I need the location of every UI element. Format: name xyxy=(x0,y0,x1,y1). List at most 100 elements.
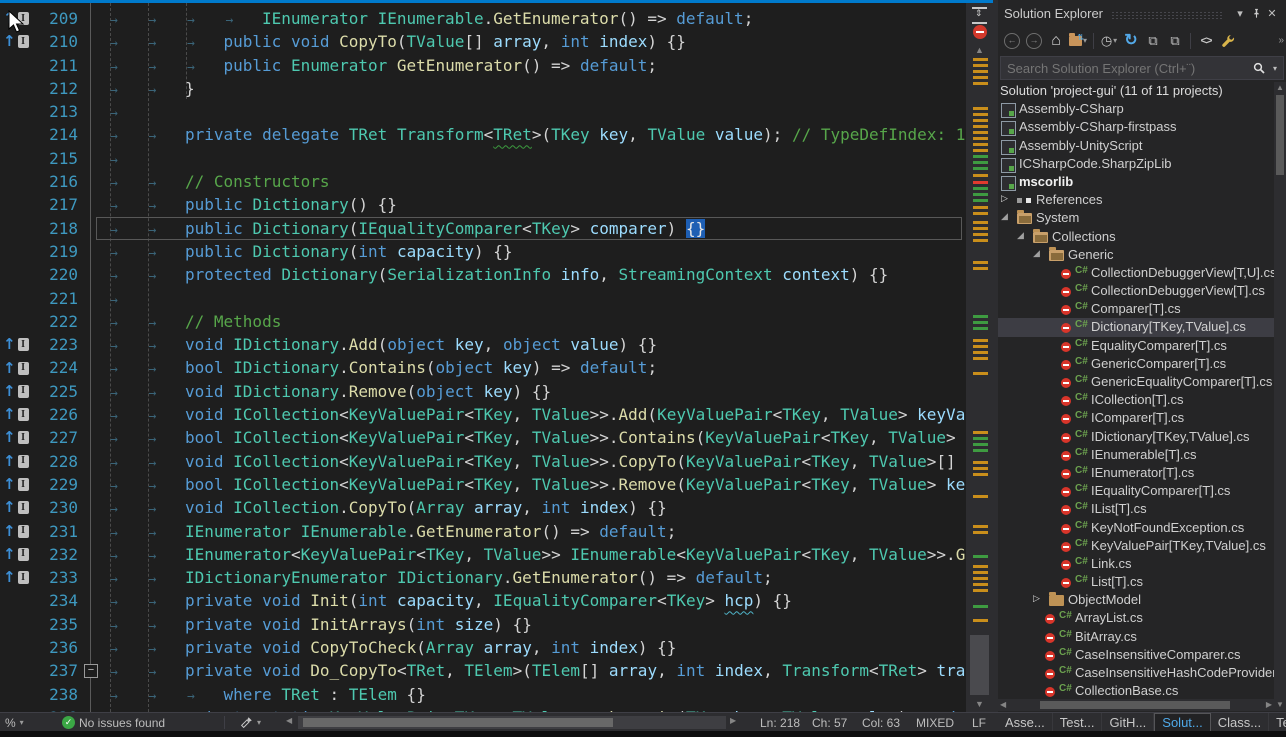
code-line-237[interactable]: 237private void Do_CopyTo<TRet, TElem>(T… xyxy=(0,659,966,682)
tree-item-genericcomparer-t-cs[interactable]: C#GenericComparer[T].cs xyxy=(998,355,1274,373)
tree-item-bitarray-cs[interactable]: C#BitArray.cs xyxy=(998,628,1274,646)
tree-item-solution-project-gui-11-of-11-projects[interactable]: Solution 'project-gui' (11 of 11 project… xyxy=(998,82,1274,100)
tree-item-caseinsensitivehashcodeprovider-cs[interactable]: C#CaseInsensitiveHashCodeProvider.cs xyxy=(998,664,1274,682)
toolbar-overflow-icon[interactable]: » xyxy=(1278,35,1282,46)
code-line-210[interactable]: ↑I210public void CopyTo(TValue[] array, … xyxy=(0,30,966,53)
code-line-233[interactable]: ↑I233IDictionaryEnumerator IDictionary.G… xyxy=(0,566,966,589)
tree-item-equalitycomparer-t-cs[interactable]: C#EqualityComparer[T].cs xyxy=(998,337,1274,355)
scroll-up-arrow-icon[interactable]: ▲ xyxy=(966,45,993,55)
tree-item-link-cs[interactable]: C#Link.cs xyxy=(998,555,1274,573)
tree-item-keynotfoundexception-cs[interactable]: C#KeyNotFoundException.cs xyxy=(998,519,1274,537)
tree-item-assembly-csharp-firstpass[interactable]: Assembly-CSharp-firstpass xyxy=(998,118,1274,136)
panel-tab-tea[interactable]: Tea... xyxy=(1269,713,1286,732)
tree-item-collections[interactable]: ◢Collections xyxy=(998,228,1274,246)
tree-item-comparer-t-cs[interactable]: C#Comparer[T].cs xyxy=(998,300,1274,318)
document-health-indicator-icon[interactable] xyxy=(973,25,987,39)
scroll-right-arrow-icon[interactable]: ▶ xyxy=(1266,700,1272,709)
code-line-224[interactable]: ↑I224bool IDictionary.Contains(object ke… xyxy=(0,356,966,379)
implements-margin-icon[interactable]: ↑I xyxy=(3,473,29,496)
view-code-button[interactable]: <> xyxy=(1196,30,1216,52)
tree-item-collectiondebuggerview-t-u-cs[interactable]: C#CollectionDebuggerView[T,U].cs xyxy=(998,264,1274,282)
implements-margin-icon[interactable]: ↑I xyxy=(3,403,29,426)
line-indicator[interactable]: Ln: 218 xyxy=(760,713,800,732)
collapse-arrow-icon[interactable]: ◢ xyxy=(1033,248,1040,259)
scroll-left-arrow-icon[interactable]: ◀ xyxy=(286,716,292,725)
tree-item-ienumerable-t-cs[interactable]: C#IEnumerable[T].cs xyxy=(998,446,1274,464)
code-line-218[interactable]: 218public Dictionary(IEqualityComparer<T… xyxy=(0,217,966,240)
encoding-indicator[interactable]: MIXED xyxy=(916,713,954,732)
tree-item-icsharpcode-sharpziplib[interactable]: ICSharpCode.SharpZipLib xyxy=(998,155,1274,173)
code-line-220[interactable]: 220protected Dictionary(SerializationInf… xyxy=(0,263,966,286)
properties-button[interactable] xyxy=(1218,30,1238,52)
implements-margin-icon[interactable]: ↑I xyxy=(3,333,29,356)
panel-tab-solut[interactable]: Solut... xyxy=(1154,713,1210,732)
code-line-238[interactable]: 238where TRet : TElem {} xyxy=(0,683,966,706)
panel-tab-gith[interactable]: GitH... xyxy=(1102,713,1154,732)
code-line-212[interactable]: 212} xyxy=(0,77,966,100)
code-line-234[interactable]: 234private void Init(int capacity, IEqua… xyxy=(0,589,966,612)
column-indicator[interactable]: Col: 63 xyxy=(862,713,900,732)
scroll-up-arrow-icon[interactable]: ▲ xyxy=(1274,83,1286,92)
code-line-231[interactable]: ↑I231IEnumerator IEnumerable.GetEnumerat… xyxy=(0,520,966,543)
pending-changes-filter-button[interactable]: ◷▾ xyxy=(1099,30,1119,52)
expand-arrow-icon[interactable]: ▷ xyxy=(1001,193,1008,204)
issues-indicator[interactable]: ✓ No issues found xyxy=(62,713,165,732)
implements-margin-icon[interactable]: ↑I xyxy=(3,380,29,403)
panel-tab-asse[interactable]: Asse... xyxy=(998,713,1053,732)
code-line-228[interactable]: ↑I228void ICollection<KeyValuePair<TKey,… xyxy=(0,450,966,473)
code-line-232[interactable]: ↑I232IEnumerator<KeyValuePair<TKey, TVal… xyxy=(0,543,966,566)
code-cleanup-button[interactable]: ▾ xyxy=(240,713,261,732)
tree-item-genericequalitycomparer-t-cs[interactable]: C#GenericEqualityComparer[T].cs xyxy=(998,373,1274,391)
tree-item-mscorlib[interactable]: mscorlib xyxy=(998,173,1274,191)
code-line-217[interactable]: 217public Dictionary() {} xyxy=(0,193,966,216)
editor-horizontal-scrollbar[interactable] xyxy=(298,716,726,729)
pin-icon[interactable] xyxy=(1248,5,1264,21)
implements-margin-icon[interactable]: ↑I xyxy=(3,356,29,379)
home-button[interactable]: ⌂ xyxy=(1046,30,1066,52)
code-line-229[interactable]: ↑I229bool ICollection<KeyValuePair<TKey,… xyxy=(0,473,966,496)
code-line-225[interactable]: ↑I225void IDictionary.Remove(object key)… xyxy=(0,380,966,403)
vertical-scrollbar-thumb[interactable] xyxy=(1276,95,1284,175)
switch-views-button[interactable]: ▾ xyxy=(1068,30,1088,52)
tree-item-arraylist-cs[interactable]: C#ArrayList.cs xyxy=(998,609,1274,627)
tree-item-ienumerator-t-cs[interactable]: C#IEnumerator[T].cs xyxy=(998,464,1274,482)
editor-scrollbar-map[interactable]: ▲ ▼ xyxy=(966,3,993,712)
tree-item-iequalitycomparer-t-cs[interactable]: C#IEqualityComparer[T].cs xyxy=(998,482,1274,500)
close-icon[interactable]: ✕ xyxy=(1264,5,1280,21)
tree-item-assembly-unityscript[interactable]: Assembly-UnityScript xyxy=(998,137,1274,155)
code-line-230[interactable]: ↑I230void ICollection.CopyTo(Array array… xyxy=(0,496,966,519)
code-line-226[interactable]: ↑I226void ICollection<KeyValuePair<TKey,… xyxy=(0,403,966,426)
nest-related-files-button[interactable]: ⧉ xyxy=(1143,30,1163,52)
line-ending-indicator[interactable]: LF xyxy=(972,713,986,732)
implements-margin-icon[interactable]: ↑I xyxy=(3,450,29,473)
code-line-222[interactable]: 222// Methods xyxy=(0,310,966,333)
code-line-214[interactable]: 214private delegate TRet Transform<TRet>… xyxy=(0,123,966,146)
expand-arrow-icon[interactable]: ▷ xyxy=(1033,593,1040,604)
tree-item-collectiondebuggerview-t-cs[interactable]: C#CollectionDebuggerView[T].cs xyxy=(998,282,1274,300)
char-indicator[interactable]: Ch: 57 xyxy=(812,713,847,732)
implements-margin-icon[interactable]: ↑I xyxy=(3,426,29,449)
tree-item-dictionary-tkey-tvalue-cs[interactable]: C#Dictionary[TKey,TValue].cs xyxy=(998,318,1274,336)
collapse-region-icon[interactable]: − xyxy=(84,664,98,678)
code-line-223[interactable]: ↑I223void IDictionary.Add(object key, ob… xyxy=(0,333,966,356)
scroll-down-arrow-icon[interactable]: ▼ xyxy=(1274,700,1286,709)
tree-item-icomparer-t-cs[interactable]: C#IComparer[T].cs xyxy=(998,409,1274,427)
horizontal-scrollbar-thumb[interactable] xyxy=(1040,701,1230,709)
collapse-arrow-icon[interactable]: ◢ xyxy=(1001,211,1008,222)
scroll-down-arrow-icon[interactable]: ▼ xyxy=(966,699,993,709)
refresh-button[interactable]: ↻ xyxy=(1121,30,1141,52)
tree-item-system[interactable]: ◢System xyxy=(998,209,1274,227)
code-line-209[interactable]: ↑I209IEnumerator IEnumerable.GetEnumerat… xyxy=(0,7,966,30)
implements-margin-icon[interactable]: ↑I xyxy=(3,543,29,566)
split-editor-handle-icon[interactable] xyxy=(972,7,987,24)
collapse-arrow-icon[interactable]: ◢ xyxy=(1017,230,1024,241)
implements-margin-icon[interactable]: ↑I xyxy=(3,520,29,543)
scroll-left-arrow-icon[interactable]: ◀ xyxy=(1000,700,1006,709)
tree-horizontal-scrollbar[interactable]: ◀ ▶ xyxy=(998,699,1274,711)
window-position-icon[interactable]: ▾ xyxy=(1232,5,1248,21)
tree-item-ilist-t-cs[interactable]: C#IList[T].cs xyxy=(998,500,1274,518)
implements-margin-icon[interactable]: ↑I xyxy=(3,566,29,589)
back-button[interactable]: ← xyxy=(1002,30,1022,52)
show-all-files-button[interactable]: ⧉ xyxy=(1165,30,1185,52)
tree-item-idictionary-tkey-tvalue-cs[interactable]: C#IDictionary[TKey,TValue].cs xyxy=(998,428,1274,446)
